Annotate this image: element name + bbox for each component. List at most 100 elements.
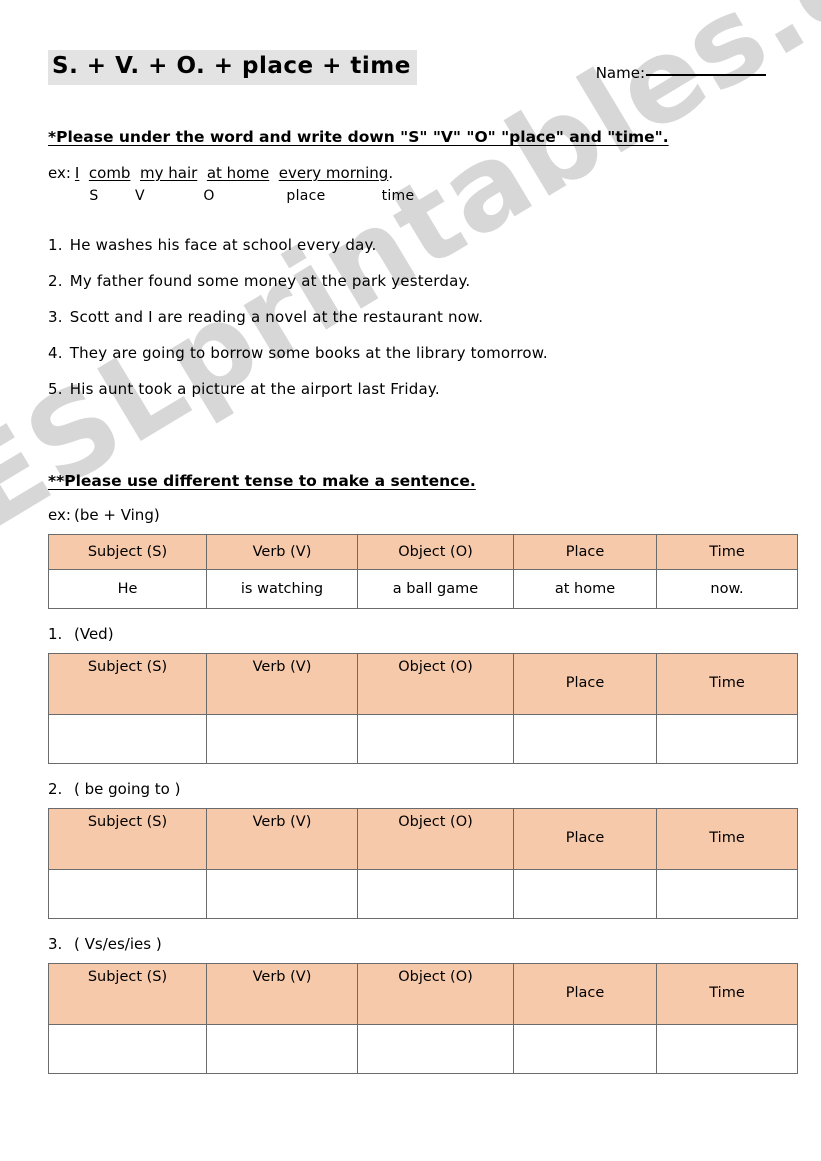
example-sentence-line: ex: I comb my hair at home every morning. xyxy=(48,164,821,184)
worksheet-content: S. + V. + O. + place + time Name: *Pleas… xyxy=(0,50,821,1074)
header-place: Place xyxy=(513,652,657,715)
example-answer-table: Subject (S) Verb (V) Object (O) Place Ti… xyxy=(48,533,798,609)
cell-subject[interactable] xyxy=(48,1023,207,1074)
sentence-number-5: 5. xyxy=(48,379,63,398)
answer-table-3: Subject (S) Verb (V) Object (O) Place Ti… xyxy=(48,962,798,1074)
worksheet-page: ESLprintables.com S. + V. + O. + place +… xyxy=(0,0,821,1161)
sentence-text-1: He washes his face at school every day. xyxy=(69,235,377,254)
instruction-section-2: **Please use different tense to make a s… xyxy=(48,471,476,490)
sentence-number-3: 3. xyxy=(48,307,63,326)
header-verb: Verb (V) xyxy=(206,807,358,870)
header-time: Time xyxy=(656,807,798,870)
cell-place[interactable] xyxy=(513,1023,657,1074)
header-verb: Verb (V) xyxy=(206,962,358,1025)
cell-verb[interactable] xyxy=(206,868,358,919)
header-place: Place xyxy=(513,962,657,1025)
tense-number-2: 2. xyxy=(48,779,63,798)
name-field[interactable]: Name: xyxy=(596,64,766,82)
header-object: Object (O) xyxy=(357,807,514,870)
tense-label-example: ex: (be + Ving) xyxy=(48,506,821,524)
sentence-number-2: 2. xyxy=(48,271,63,290)
header-time: Time xyxy=(656,652,798,715)
table-row xyxy=(48,1023,798,1074)
answer-table-1: Subject (S) Verb (V) Object (O) Place Ti… xyxy=(48,652,798,764)
tense-label-3: 3. ( Vs/es/ies ) xyxy=(48,935,821,953)
page-title: S. + V. + O. + place + time xyxy=(48,50,417,85)
cell-object[interactable] xyxy=(357,713,514,764)
sentence-text-4: They are going to borrow some books at t… xyxy=(69,343,548,362)
cell-time[interactable] xyxy=(656,1023,798,1074)
example-tags-row: S V Oplace time xyxy=(72,188,821,204)
example-sentence-block: ex: I comb my hair at home every morning.… xyxy=(48,164,821,204)
cell-object[interactable]: a ball game xyxy=(357,568,514,609)
sentence-item-4: 4. They are going to borrow some books at… xyxy=(48,343,821,362)
cell-object[interactable] xyxy=(357,1023,514,1074)
cell-time[interactable] xyxy=(656,868,798,919)
table-header-row: Subject (S) Verb (V) Object (O) Place Ti… xyxy=(48,962,798,1025)
cell-place[interactable]: at home xyxy=(513,568,657,609)
name-blank-line[interactable] xyxy=(646,74,766,76)
example-tag-s: S xyxy=(89,187,99,204)
sentence-text-5: His aunt took a picture at the airport l… xyxy=(69,379,440,398)
instruction-section-1: *Please under the word and write down "S… xyxy=(48,128,669,146)
example-part-object: my hair xyxy=(140,164,198,182)
example-period: . xyxy=(388,164,394,182)
tense-number-1: 1. xyxy=(48,624,63,643)
table-row xyxy=(48,868,798,919)
example-part-time: every morning xyxy=(278,164,389,182)
example-label: ex: xyxy=(48,164,71,182)
sentence-item-5: 5. His aunt took a picture at the airport… xyxy=(48,379,821,398)
example-part-place: at home xyxy=(206,164,270,182)
cell-verb[interactable] xyxy=(206,1023,358,1074)
sentence-text-2: My father found some money at the park y… xyxy=(69,271,471,290)
header-subject: Subject (S) xyxy=(48,807,207,870)
table-row: He is watching a ball game at home now. xyxy=(48,568,798,609)
cell-subject[interactable] xyxy=(48,713,207,764)
cell-place[interactable] xyxy=(513,713,657,764)
example-tag-time: time xyxy=(381,187,415,204)
tense-number-3: 3. xyxy=(48,934,63,953)
tense-text-example: (be + Ving) xyxy=(74,505,160,524)
cell-subject[interactable] xyxy=(48,868,207,919)
sentence-text-3: Scott and I are reading a novel at the r… xyxy=(69,307,484,326)
cell-place[interactable] xyxy=(513,868,657,919)
sentence-item-1: 1. He washes his face at school every day… xyxy=(48,235,821,254)
header-verb: Verb (V) xyxy=(206,533,358,570)
header-place: Place xyxy=(513,807,657,870)
tense-text-1: (Ved) xyxy=(74,624,114,643)
cell-time[interactable]: now. xyxy=(656,568,798,609)
tense-label-2: 2. ( be going to ) xyxy=(48,780,821,798)
tense-text-3: ( Vs/es/ies ) xyxy=(74,934,162,953)
header-time: Time xyxy=(656,533,798,570)
cell-verb[interactable]: is watching xyxy=(206,568,358,609)
cell-verb[interactable] xyxy=(206,713,358,764)
example-tag-v: V xyxy=(135,187,145,204)
table-header-row: Subject (S) Verb (V) Object (O) Place Ti… xyxy=(48,652,798,715)
header-time: Time xyxy=(656,962,798,1025)
tense-number-example: ex: xyxy=(48,505,71,524)
table-header-row: Subject (S) Verb (V) Object (O) Place Ti… xyxy=(48,533,798,570)
example-tag-place: place xyxy=(286,187,326,204)
header-subject: Subject (S) xyxy=(48,652,207,715)
cell-object[interactable] xyxy=(357,868,514,919)
sentence-number-1: 1. xyxy=(48,235,63,254)
sentence-item-3: 3. Scott and I are reading a novel at the… xyxy=(48,307,821,326)
name-label: Name: xyxy=(595,64,645,82)
example-part-subject: I xyxy=(74,164,80,182)
sentence-item-2: 2. My father found some money at the park… xyxy=(48,271,821,290)
tense-label-1: 1. (Ved) xyxy=(48,625,821,643)
header-subject: Subject (S) xyxy=(48,533,207,570)
example-tag-o: O xyxy=(203,187,215,204)
cell-time[interactable] xyxy=(656,713,798,764)
header-object: Object (O) xyxy=(357,652,514,715)
table-row xyxy=(48,713,798,764)
answer-table-2: Subject (S) Verb (V) Object (O) Place Ti… xyxy=(48,807,798,919)
header-object: Object (O) xyxy=(357,962,514,1025)
header-verb: Verb (V) xyxy=(206,652,358,715)
header-place: Place xyxy=(513,533,657,570)
sentence-list: 1. He washes his face at school every day… xyxy=(48,235,821,398)
header: S. + V. + O. + place + time Name: xyxy=(0,50,821,106)
tense-text-2: ( be going to ) xyxy=(74,779,181,798)
cell-subject[interactable]: He xyxy=(48,568,207,609)
header-subject: Subject (S) xyxy=(48,962,207,1025)
